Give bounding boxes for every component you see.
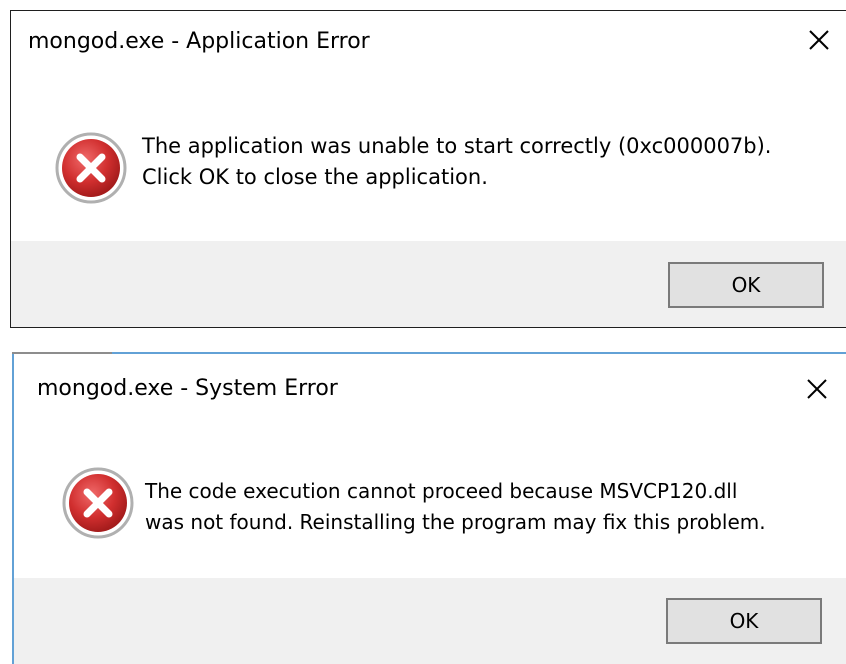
dialog-footer: OK [11,241,846,327]
dialog-body: The code execution cannot proceed becaus… [14,466,846,566]
title-bar[interactable]: mongod.exe - Application Error [11,11,846,81]
message-line: was not found. Reinstalling the program … [145,510,766,534]
error-icon [61,466,135,540]
message-line: The code execution cannot proceed becaus… [145,479,738,503]
error-icon [54,131,128,205]
dialog-title: mongod.exe - Application Error [28,29,370,54]
dialog-body: The application was unable to start corr… [11,119,846,219]
ok-button[interactable]: OK [666,598,822,644]
close-icon[interactable] [804,25,834,55]
message-line: Click OK to close the application. [142,165,488,189]
error-message: The application was unable to start corr… [142,131,772,193]
dialog-footer: OK [14,578,846,664]
application-error-dialog: mongod.exe - Application Error The appli… [10,10,846,328]
system-error-dialog: mongod.exe - System Error The code execu… [12,352,846,664]
close-icon[interactable] [802,374,832,404]
message-line: The application was unable to start corr… [142,134,772,158]
title-bar[interactable]: mongod.exe - System Error [14,354,846,424]
dialog-title: mongod.exe - System Error [37,376,338,401]
ok-button[interactable]: OK [668,262,824,308]
error-message: The code execution cannot proceed becaus… [145,476,766,538]
